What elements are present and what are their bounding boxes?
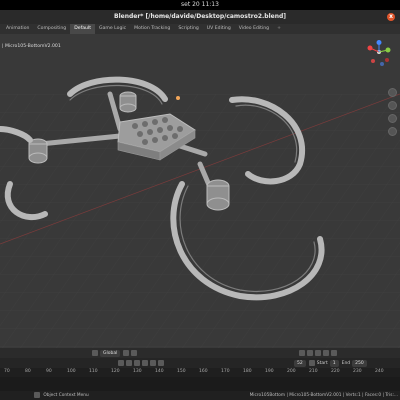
ruler-tick: 170 xyxy=(221,369,230,374)
tab-uv-editing[interactable]: UV Editing xyxy=(203,24,235,34)
viewport-header-bar: Global xyxy=(0,348,400,358)
window-titlebar: Blender* [/home/davide/Desktop/camostro2… xyxy=(0,10,400,24)
object-origin xyxy=(176,96,180,100)
tab-video-editing[interactable]: Video Editing xyxy=(235,24,273,34)
shading-rendered-icon[interactable] xyxy=(331,350,338,356)
overlay-icon[interactable] xyxy=(299,350,306,356)
blender-window: set 20 11:13 Blender* [/home/davide/Desk… xyxy=(0,0,400,400)
mouse-icon xyxy=(34,391,40,398)
viewport-scene xyxy=(0,34,400,356)
ruler-tick: 240 xyxy=(375,369,384,374)
ruler-tick: 150 xyxy=(177,369,186,374)
tab-motion-tracking[interactable]: Motion Tracking xyxy=(130,24,174,34)
ruler-tick: 130 xyxy=(133,369,142,374)
play-icon[interactable] xyxy=(142,360,148,366)
ruler-tick: 100 xyxy=(67,369,76,374)
xray-icon[interactable] xyxy=(307,350,314,356)
viewport-nav-buttons xyxy=(388,88,397,136)
floor-grid xyxy=(0,34,400,356)
status-hint: Object Context Menu xyxy=(43,393,89,398)
tab-animation[interactable]: Animation xyxy=(2,24,33,34)
clock-icon xyxy=(308,360,315,366)
ruler-tick: 110 xyxy=(89,369,98,374)
window-title: Blender* [/home/davide/Desktop/camostro2… xyxy=(114,13,286,20)
grid-toggle-icon[interactable] xyxy=(388,127,397,136)
play-reverse-icon[interactable] xyxy=(134,360,140,366)
ruler-tick: 180 xyxy=(243,369,252,374)
shading-solid-icon[interactable] xyxy=(315,350,322,356)
ruler-tick: 220 xyxy=(331,369,340,374)
orientation-dropdown[interactable]: Global xyxy=(100,349,121,357)
workspace-tabs: Animation Compositing Default Game Logic… xyxy=(0,24,400,34)
timeline-track-area[interactable] xyxy=(0,377,400,391)
ruler-tick: 140 xyxy=(155,369,164,374)
os-top-bar: set 20 11:13 xyxy=(0,0,400,10)
ruler-tick: 230 xyxy=(353,369,362,374)
tab-scripting[interactable]: Scripting xyxy=(174,24,202,34)
transform-orientation-icon xyxy=(92,350,98,356)
camera-icon[interactable] xyxy=(388,114,397,123)
tab-default[interactable]: Default xyxy=(70,24,96,34)
current-frame-field[interactable]: 52 xyxy=(294,359,306,367)
zoom-icon[interactable] xyxy=(388,88,397,97)
jump-start-icon[interactable] xyxy=(118,360,124,366)
tab-game-logic[interactable]: Game Logic xyxy=(95,24,130,34)
tab-compositing[interactable]: Compositing xyxy=(33,24,70,34)
close-icon[interactable]: x xyxy=(387,13,395,21)
jump-end-icon[interactable] xyxy=(158,360,164,366)
ruler-tick: 160 xyxy=(199,369,208,374)
ruler-tick: 190 xyxy=(265,369,274,374)
ruler-tick: 70 xyxy=(4,369,10,374)
timeline-ruler[interactable]: 70 80 90 100 110 120 130 140 150 160 170… xyxy=(0,368,400,377)
end-frame-field[interactable]: 250 xyxy=(352,359,367,367)
ruler-tick: 90 xyxy=(46,369,52,374)
add-workspace-button[interactable]: + xyxy=(273,24,285,34)
next-keyframe-icon[interactable] xyxy=(150,360,156,366)
start-frame-field[interactable]: 1 xyxy=(329,359,339,367)
status-stats: Micro105Bottom | Micro105-BottomV2.001 |… xyxy=(249,393,398,398)
end-label: End xyxy=(341,360,351,366)
snap-icon[interactable] xyxy=(123,350,130,356)
proportional-icon[interactable] xyxy=(131,350,138,356)
3d-viewport[interactable]: | Micro105-BottomV2.001 xyxy=(0,34,400,356)
prev-keyframe-icon[interactable] xyxy=(126,360,132,366)
active-object-label: | Micro105-BottomV2.001 xyxy=(2,44,61,49)
shading-material-icon[interactable] xyxy=(323,350,330,356)
ruler-tick: 80 xyxy=(25,369,31,374)
timeline-header: 52 Start 1 End 250 xyxy=(0,358,400,368)
pan-hand-icon[interactable] xyxy=(388,101,397,110)
ruler-tick: 210 xyxy=(309,369,318,374)
status-bar: Object Context Menu Micro105Bottom | Mic… xyxy=(0,391,400,400)
ruler-tick: 200 xyxy=(287,369,296,374)
os-clock: set 20 11:13 xyxy=(181,1,219,8)
ruler-tick: 120 xyxy=(111,369,120,374)
start-label: Start xyxy=(316,360,328,366)
navigation-gizmo-icon[interactable] xyxy=(366,40,392,68)
